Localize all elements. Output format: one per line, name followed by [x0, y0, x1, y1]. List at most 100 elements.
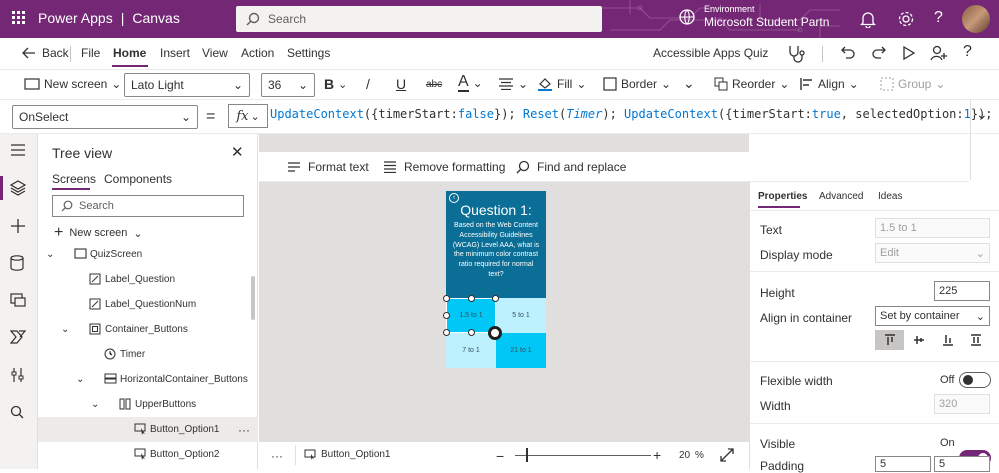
new-screen-button[interactable]: New screen ⌄	[24, 77, 121, 91]
width-input[interactable]: 320	[934, 394, 990, 414]
tab-components[interactable]: Components	[104, 172, 172, 186]
chevron-down-icon[interactable]: ⌄	[91, 399, 99, 410]
align-top-button[interactable]	[875, 330, 904, 350]
fit-to-window-icon[interactable]	[720, 448, 734, 462]
border-button[interactable]: Border ⌄	[603, 77, 671, 91]
property-select[interactable]: OnSelect ⌄	[12, 105, 198, 129]
chevron-down-icon[interactable]: ⌄	[46, 249, 54, 260]
waffle-icon[interactable]	[12, 11, 26, 25]
tree-search-input[interactable]: Search	[52, 195, 244, 217]
tab-advanced[interactable]: Advanced	[819, 191, 863, 202]
timer-control-marker[interactable]	[488, 326, 502, 340]
avatar[interactable]	[962, 5, 990, 33]
resize-handle[interactable]	[468, 329, 475, 336]
more-chevron-icon[interactable]: ⌄	[683, 75, 695, 92]
tree-item[interactable]: ⌄ UpperButtons	[38, 392, 258, 417]
bold-button[interactable]: B ⌄	[324, 76, 347, 92]
plus-icon[interactable]	[10, 218, 26, 234]
resize-handle[interactable]	[443, 312, 450, 319]
search-icon[interactable]	[10, 405, 24, 419]
close-icon[interactable]: ✕	[231, 143, 244, 161]
environment-picker[interactable]: Environment Microsoft Student Partn	[678, 4, 829, 29]
tree-scrollbar[interactable]	[251, 276, 255, 320]
tree-item[interactable]: ⌄ Container_Buttons	[38, 317, 258, 342]
text-input[interactable]: 1.5 to 1	[875, 218, 990, 238]
global-search[interactable]: Search	[236, 6, 602, 32]
more-options-icon[interactable]: ···	[238, 423, 250, 437]
button-option-2[interactable]: 5 to 1	[496, 298, 546, 333]
button-option-3[interactable]: 7 to 1	[446, 333, 496, 368]
play-icon[interactable]	[902, 45, 916, 61]
formula-input[interactable]: UpdateContext({timerStart:false}); Reset…	[270, 107, 993, 121]
chevron-down-icon[interactable]: ⌄	[61, 324, 69, 335]
find-replace-button[interactable]: Find and replace	[516, 160, 626, 174]
display-mode-select[interactable]: Edit ⌄	[875, 243, 990, 263]
media-icon[interactable]	[10, 292, 26, 308]
underline-button[interactable]: U	[396, 76, 406, 92]
function-button[interactable]: fx ⌄	[228, 104, 268, 128]
align-in-container-select[interactable]: Set by container ⌄	[875, 306, 990, 326]
database-icon[interactable]	[10, 255, 24, 271]
align-bottom-button[interactable]	[933, 330, 962, 350]
brand[interactable]: Power Apps | Canvas	[12, 10, 180, 26]
flexible-width-toggle[interactable]	[959, 372, 991, 388]
help-icon[interactable]: ?	[934, 9, 943, 27]
group-button[interactable]: Group ⌄	[880, 77, 945, 91]
tab-screens[interactable]: Screens	[52, 172, 96, 186]
tree-item[interactable]: Label_Question	[38, 267, 258, 292]
menu-file[interactable]: File	[81, 46, 100, 60]
resize-handle[interactable]	[468, 295, 475, 302]
strikethrough-button[interactable]: abc	[426, 79, 442, 90]
bell-icon[interactable]	[860, 10, 876, 28]
selected-control-breadcrumb[interactable]: Button_Option1	[304, 449, 391, 460]
menu-action[interactable]: Action	[241, 46, 274, 60]
zoom-in-button[interactable]: +	[653, 447, 661, 463]
back-button[interactable]: Back	[22, 46, 69, 60]
font-color-button[interactable]: A ⌄	[458, 74, 483, 92]
power-automate-icon[interactable]	[10, 330, 26, 344]
zoom-out-button[interactable]: −	[496, 448, 504, 464]
redo-icon[interactable]	[871, 45, 887, 61]
padding-top-input[interactable]: 5	[875, 456, 931, 472]
menu-home[interactable]: Home	[113, 46, 146, 60]
undo-icon[interactable]	[840, 45, 856, 61]
resize-handle[interactable]	[443, 295, 450, 302]
layers-icon[interactable]	[10, 180, 26, 196]
stethoscope-icon[interactable]	[786, 44, 806, 64]
menu-view[interactable]: View	[202, 46, 228, 60]
height-input[interactable]: 225	[934, 281, 990, 301]
share-user-icon[interactable]	[930, 44, 948, 62]
tree-item[interactable]: ⌄ QuizScreen	[38, 242, 258, 267]
tools-icon[interactable]	[10, 367, 26, 383]
tab-ideas[interactable]: Ideas	[878, 191, 902, 202]
tree-new-screen-button[interactable]: + New screen ⌄	[54, 224, 143, 242]
menu-insert[interactable]: Insert	[160, 46, 190, 60]
reorder-button[interactable]: Reorder ⌄	[714, 77, 789, 91]
align-middle-button[interactable]	[904, 330, 933, 350]
zoom-slider-thumb[interactable]	[526, 448, 528, 462]
button-option-4[interactable]: 21 to 1	[496, 333, 546, 368]
text-align-button[interactable]: ⌄	[498, 77, 528, 91]
tree-item[interactable]: Button_Option1 ···	[38, 417, 258, 442]
hamburger-icon[interactable]	[10, 143, 26, 157]
tree-item[interactable]: Label_QuestionNum	[38, 292, 258, 317]
tree-item[interactable]: Timer	[38, 342, 258, 367]
format-text-button[interactable]: Format text	[287, 160, 369, 174]
font-family-select[interactable]: Lato Light ⌄	[124, 73, 250, 97]
remove-formatting-button[interactable]: Remove formatting	[383, 160, 505, 174]
gear-icon[interactable]	[897, 10, 915, 28]
italic-button[interactable]: /	[366, 76, 370, 92]
resize-handle[interactable]	[492, 295, 499, 302]
fill-button[interactable]: Fill ⌄	[537, 77, 586, 91]
align-stretch-button[interactable]	[962, 330, 990, 350]
more-options-icon[interactable]: ···	[271, 449, 283, 463]
menu-settings[interactable]: Settings	[287, 46, 330, 60]
align-button[interactable]: Align ⌄	[800, 77, 859, 91]
expand-formula-icon[interactable]: ⌄	[976, 106, 988, 123]
tree-item[interactable]: ⌄ HorizontalContainer_Buttons	[38, 367, 258, 392]
font-size-select[interactable]: 36 ⌄	[261, 73, 315, 97]
zoom-slider-track[interactable]	[515, 455, 651, 456]
tab-properties[interactable]: Properties	[758, 191, 807, 202]
help-question-icon[interactable]: ?	[963, 43, 972, 61]
resize-handle[interactable]	[443, 329, 450, 336]
